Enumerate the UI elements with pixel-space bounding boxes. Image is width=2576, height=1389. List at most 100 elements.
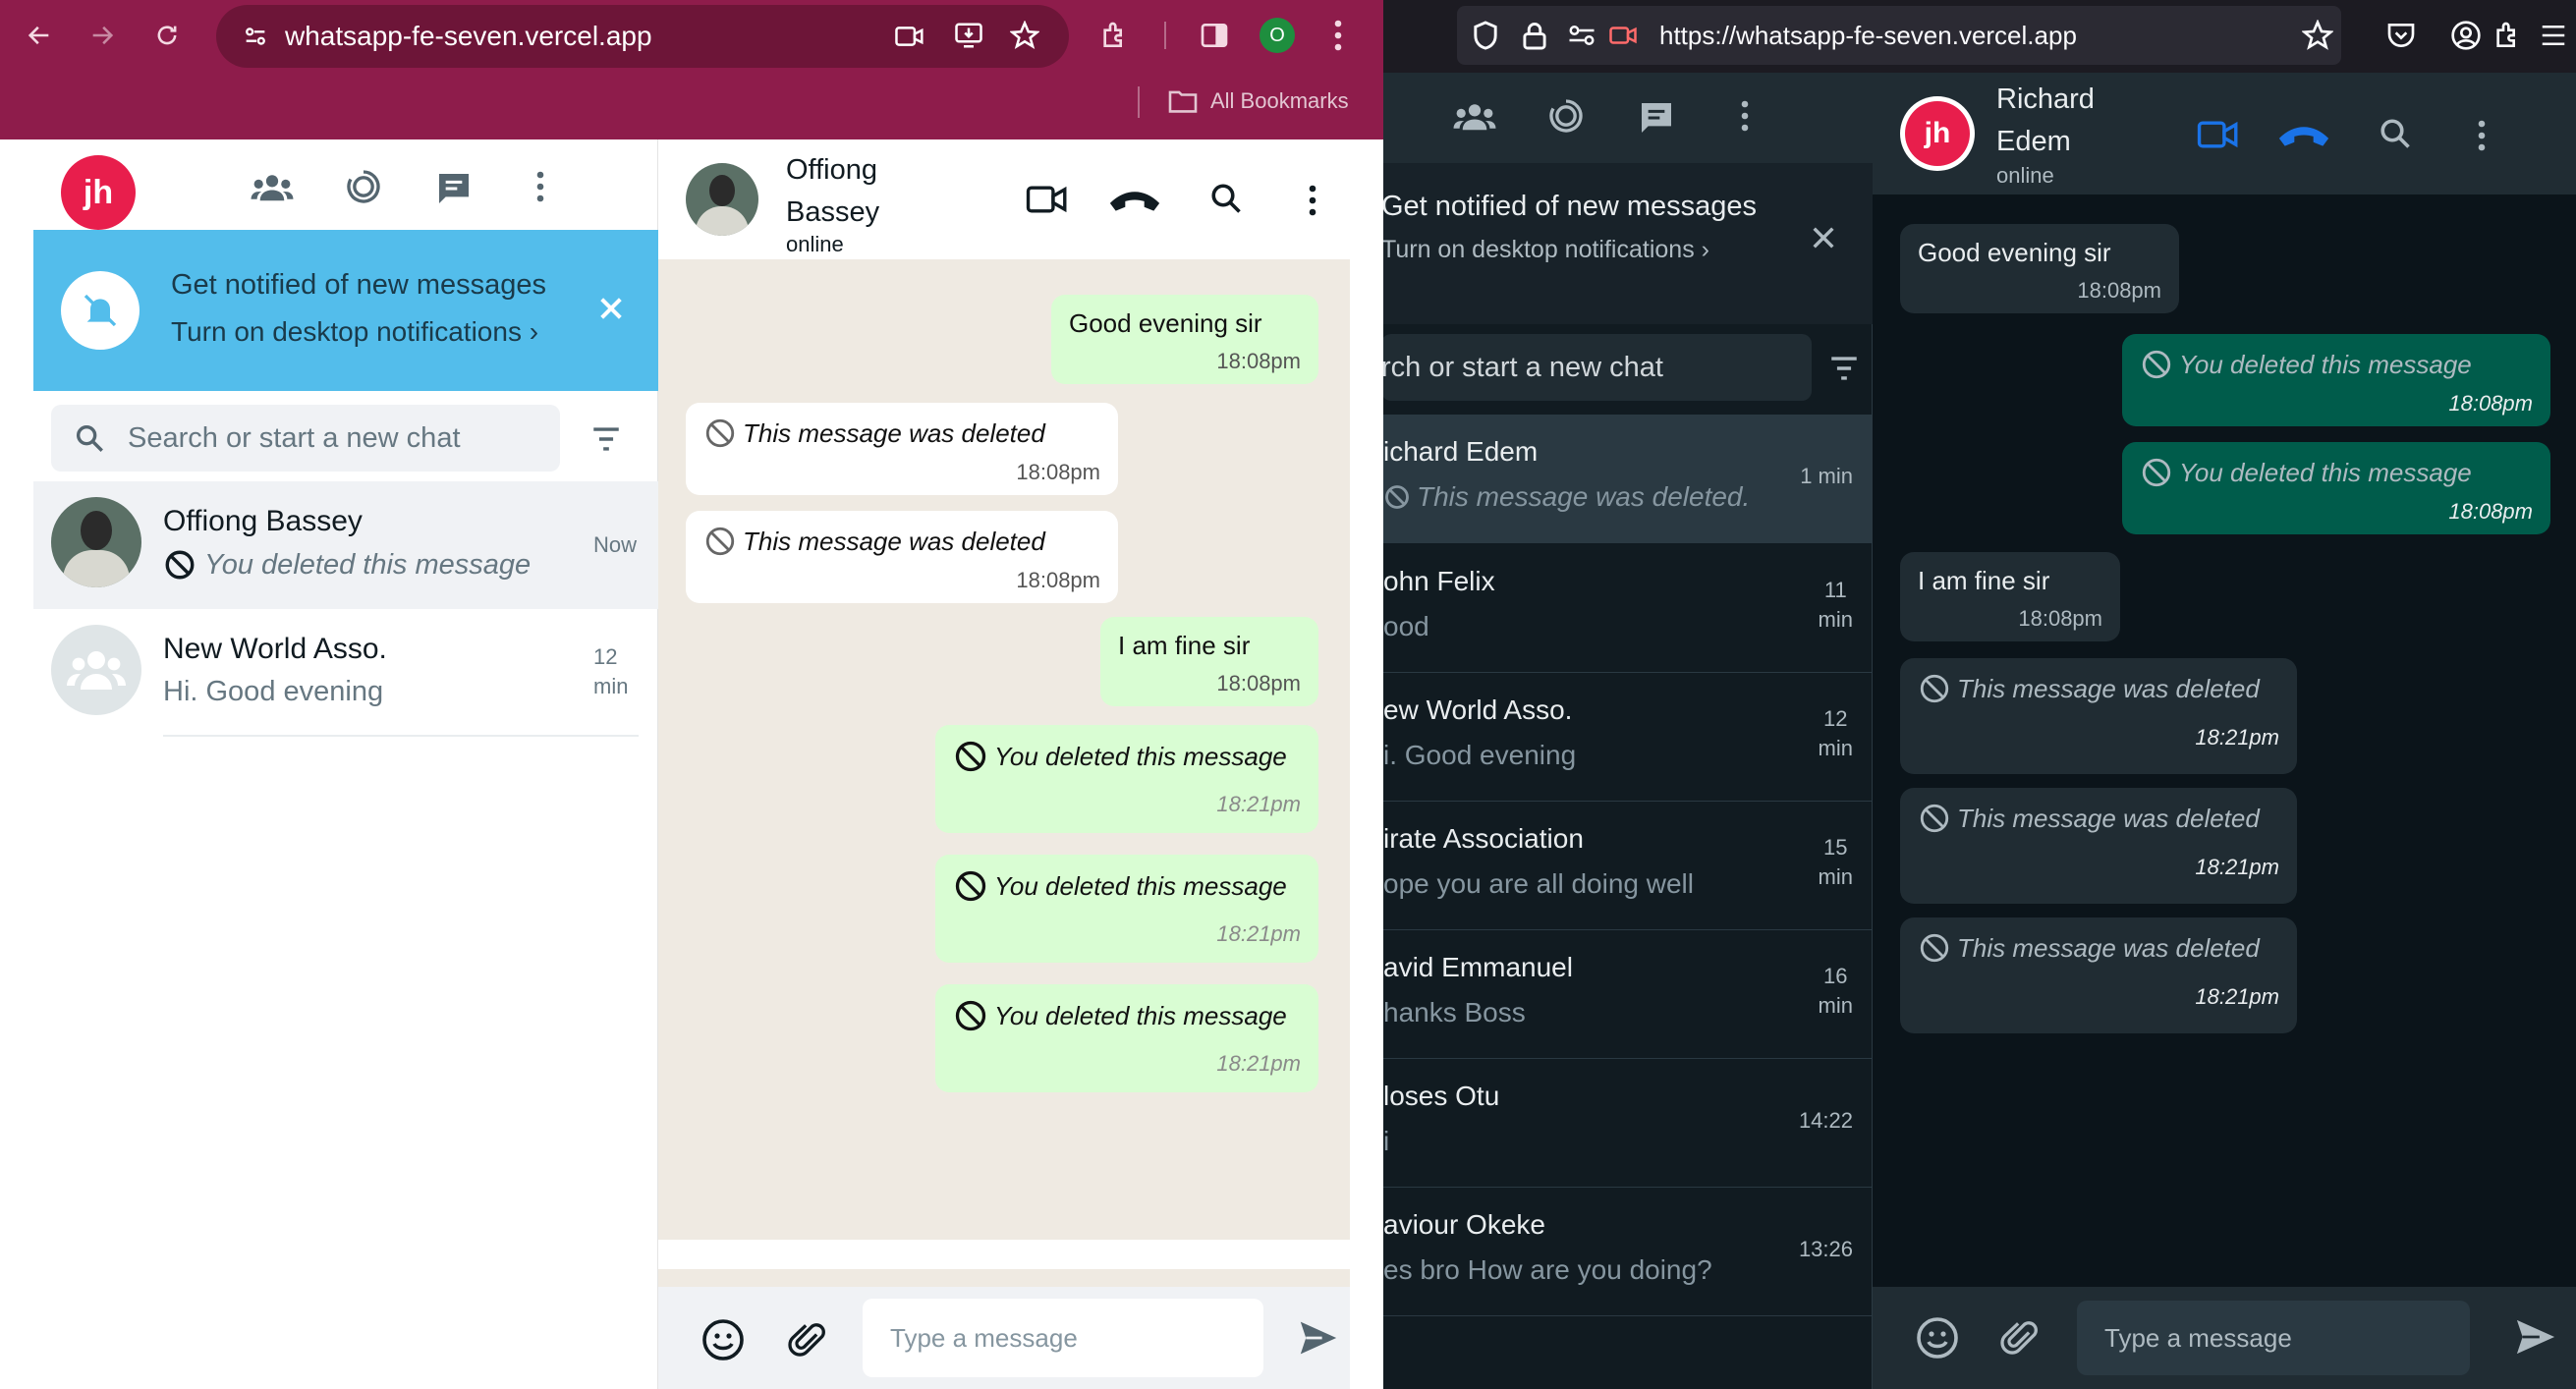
divider — [163, 735, 639, 737]
camera-icon[interactable] — [894, 23, 925, 50]
new-chat-icon[interactable] — [434, 169, 474, 208]
message-outgoing[interactable]: You deleted this message 18:21pm — [935, 855, 1318, 963]
banner-link[interactable]: Turn on desktop notifications › — [171, 316, 538, 348]
search-bar[interactable]: Search or start a new chat — [51, 405, 560, 472]
blocked-icon — [1920, 933, 1949, 963]
install-app-icon[interactable] — [953, 21, 984, 50]
attach-icon[interactable] — [786, 1316, 829, 1363]
close-icon[interactable] — [1808, 222, 1839, 253]
camera-blocked-icon[interactable] — [1608, 23, 1638, 48]
message-incoming[interactable]: Good evening sir 18:08pm — [1900, 224, 2179, 313]
filter-icon[interactable] — [589, 424, 623, 454]
message-incoming[interactable]: This message was deleted 18:21pm — [1900, 917, 2297, 1033]
chat-list-item[interactable]: Offiong Bassey You deleted this message … — [33, 481, 658, 609]
message-incoming[interactable]: This message was deleted 18:21pm — [1900, 788, 2297, 904]
video-call-icon[interactable] — [2197, 118, 2240, 151]
communities-icon[interactable] — [250, 169, 295, 208]
divider — [658, 1240, 1350, 1269]
avatar — [51, 497, 141, 587]
message-outgoing[interactable]: Good evening sir 18:08pm — [1051, 295, 1318, 384]
extensions-icon[interactable] — [2492, 20, 2523, 51]
address-bar[interactable]: whatsapp-fe-seven.vercel.app — [216, 5, 1069, 68]
banner-link[interactable]: Turn on desktop notifications › — [1383, 236, 1709, 264]
forward-icon[interactable] — [83, 16, 122, 55]
status-icon[interactable] — [1546, 96, 1586, 136]
search-input[interactable]: rch or start a new chat — [1383, 352, 1663, 384]
message-incoming[interactable]: This message was deleted 18:21pm — [1900, 658, 2297, 774]
avatar[interactable] — [686, 163, 758, 236]
message-incoming[interactable]: I am fine sir 18:08pm — [1900, 552, 2120, 641]
chat-list-item[interactable]: avid Emmanuel hanks Boss 16 min — [1383, 930, 1873, 1059]
message-outgoing[interactable]: You deleted this message 18:08pm — [2122, 442, 2550, 534]
chat-list-item[interactable]: ew World Asso. i. Good evening 12 min — [1383, 673, 1873, 802]
message-outgoing[interactable]: You deleted this message 18:21pm — [935, 984, 1318, 1092]
chat-list-item[interactable]: New World Asso. Hi. Good evening 12 min — [33, 609, 658, 737]
message-outgoing[interactable]: I am fine sir 18:08pm — [1100, 617, 1318, 706]
site-settings-icon[interactable] — [242, 23, 269, 50]
search-icon[interactable] — [1208, 181, 1244, 216]
filter-icon[interactable] — [1827, 354, 1861, 383]
search-input[interactable]: Search or start a new chat — [128, 422, 461, 455]
search-bar[interactable]: rch or start a new chat — [1383, 334, 1812, 401]
message-time: 18:21pm — [2195, 984, 2279, 1009]
address-bar[interactable]: https://whatsapp-fe-seven.vercel.app — [1457, 6, 2341, 65]
chat-time: 1 min — [1800, 464, 1853, 488]
chat-preview-text: i — [1383, 1126, 1390, 1156]
phone-call-icon[interactable] — [2275, 120, 2332, 149]
reload-icon[interactable] — [147, 16, 187, 55]
emoji-icon[interactable] — [1914, 1314, 1961, 1361]
send-icon[interactable] — [2513, 1316, 2558, 1358]
shield-icon[interactable] — [1471, 20, 1500, 51]
blocked-icon — [705, 527, 735, 556]
sidebar-menu-icon[interactable] — [534, 167, 546, 206]
chat-menu-icon[interactable] — [1307, 181, 1318, 220]
blocked-icon — [2142, 458, 2171, 487]
chat-list-item[interactable]: ohn Felix ood 11 min — [1383, 544, 1873, 673]
hamburger-menu-icon[interactable] — [2539, 22, 2568, 49]
bookmark-star-icon[interactable] — [2302, 20, 2333, 51]
avatar[interactable]: jh — [1900, 96, 1975, 171]
profile-logo[interactable]: jh — [61, 155, 136, 230]
send-icon[interactable] — [1297, 1318, 1340, 1358]
contact-name-line: Richard — [1996, 83, 2095, 115]
phone-call-icon[interactable] — [1106, 185, 1163, 214]
message-time: 18:21pm — [1216, 1051, 1301, 1076]
message-input-placeholder: Type a message — [2104, 1322, 2292, 1353]
lock-icon[interactable] — [1522, 20, 1547, 51]
profile-avatar[interactable]: O — [1260, 18, 1295, 53]
chat-menu-icon[interactable] — [2476, 116, 2488, 155]
chat-time: 14:22 — [1798, 1108, 1853, 1133]
attach-icon[interactable] — [1998, 1314, 2042, 1361]
emoji-icon[interactable] — [700, 1316, 747, 1363]
chat-list-item[interactable]: irate Association ope you are all doing … — [1383, 802, 1873, 930]
message-text: You deleted this message — [2179, 349, 2472, 379]
chat-list-item[interactable]: aviour Okeke es bro How are you doing? 1… — [1383, 1188, 1873, 1316]
sidebar-header — [1383, 73, 1873, 163]
side-panel-icon[interactable] — [1199, 20, 1230, 51]
video-call-icon[interactable] — [1026, 183, 1069, 216]
account-icon[interactable] — [2450, 20, 2482, 51]
new-chat-icon[interactable] — [1637, 98, 1676, 138]
message-outgoing[interactable]: You deleted this message 18:21pm — [935, 725, 1318, 833]
chat-list-item[interactable]: loses Otu i 14:22 — [1383, 1059, 1873, 1188]
extensions-icon[interactable] — [1098, 20, 1130, 51]
status-icon[interactable] — [344, 167, 383, 206]
message-input[interactable]: Type a message — [2077, 1301, 2470, 1375]
permissions-icon[interactable] — [1567, 23, 1596, 48]
chat-time: 13:26 — [1798, 1237, 1853, 1261]
search-icon[interactable] — [2378, 116, 2413, 151]
back-icon[interactable] — [20, 16, 59, 55]
browser-menu-icon[interactable] — [1332, 18, 1344, 53]
message-outgoing[interactable]: You deleted this message 18:08pm — [2122, 334, 2550, 426]
close-icon[interactable] — [595, 293, 627, 324]
sidebar-menu-icon[interactable] — [1739, 96, 1751, 136]
toolbar-divider — [1164, 22, 1166, 49]
message-incoming[interactable]: This message was deleted 18:08pm — [686, 511, 1118, 603]
all-bookmarks[interactable]: All Bookmarks — [1167, 88, 1349, 114]
pocket-icon[interactable] — [2385, 20, 2417, 51]
message-incoming[interactable]: This message was deleted 18:08pm — [686, 403, 1118, 495]
message-input[interactable]: Type a message — [863, 1299, 1263, 1377]
communities-icon[interactable] — [1452, 98, 1497, 138]
bookmark-star-icon[interactable] — [1010, 21, 1039, 50]
chat-list-item[interactable]: ichard Edem This message was deleted. 1 … — [1383, 415, 1873, 543]
